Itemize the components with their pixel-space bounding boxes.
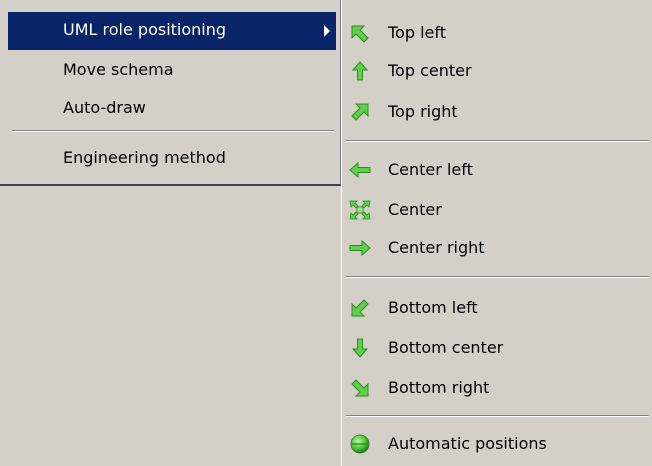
menu-item-label: Move schema xyxy=(63,60,174,79)
submenu-item-bottom-left[interactable]: Bottom left xyxy=(342,288,650,328)
arrow-down-left-icon xyxy=(348,297,372,319)
green-ball-icon xyxy=(348,433,372,455)
submenu-separator xyxy=(346,140,649,142)
submenu-item-top-left[interactable]: Top left xyxy=(342,13,650,53)
menu-item-label: Auto-draw xyxy=(63,98,146,117)
submenu-separator xyxy=(346,276,649,278)
submenu-arrow-icon xyxy=(324,25,330,37)
submenu-item-bottom-right[interactable]: Bottom right xyxy=(342,368,650,408)
submenu-item-label: Bottom right xyxy=(388,378,490,397)
menu-item-move-schema[interactable]: Move schema xyxy=(8,52,336,90)
submenu-item-label: Automatic positions xyxy=(388,434,547,453)
submenu-item-label: Top center xyxy=(388,61,472,80)
arrow-down-icon xyxy=(348,337,372,359)
submenu-item-label: Top right xyxy=(388,102,458,121)
arrow-left-icon xyxy=(348,159,372,181)
submenu-item-label: Center left xyxy=(388,160,473,179)
menu-item-auto-draw[interactable]: Auto-draw xyxy=(8,90,336,128)
submenu-separator xyxy=(346,415,649,417)
submenu-item-center-left[interactable]: Center left xyxy=(342,150,650,190)
submenu-item-label: Bottom center xyxy=(388,338,504,357)
submenu-item-top-center[interactable]: Top center xyxy=(342,51,650,91)
center-arrows-icon xyxy=(348,199,372,221)
arrow-up-right-icon xyxy=(348,101,372,123)
menu-item-engineering-method[interactable]: Engineering method xyxy=(8,140,336,178)
menu-item-uml-role-positioning[interactable]: UML role positioning xyxy=(8,12,336,50)
menu-item-label: Engineering method xyxy=(63,148,226,167)
submenu-item-bottom-center[interactable]: Bottom center xyxy=(342,328,650,368)
submenu-item-automatic-positions[interactable]: Automatic positions xyxy=(342,424,650,464)
submenu-uml-role-positioning: Top left Top center Top right Center lef… xyxy=(341,0,652,466)
arrow-right-icon xyxy=(348,237,372,259)
submenu-item-center[interactable]: Center xyxy=(342,190,650,230)
submenu-item-label: Center xyxy=(388,200,442,219)
submenu-item-label: Center right xyxy=(388,238,485,257)
submenu-item-top-right[interactable]: Top right xyxy=(342,92,650,132)
menu-separator xyxy=(12,130,334,132)
context-menu: UML role positioning Move schema Auto-dr… xyxy=(0,0,341,186)
submenu-item-label: Top left xyxy=(388,23,446,42)
arrow-up-icon xyxy=(348,60,372,82)
submenu-item-center-right[interactable]: Center right xyxy=(342,228,650,268)
submenu-item-label: Bottom left xyxy=(388,298,478,317)
arrow-down-right-icon xyxy=(348,377,372,399)
menu-item-label: UML role positioning xyxy=(63,20,227,39)
arrow-up-left-icon xyxy=(348,22,372,44)
